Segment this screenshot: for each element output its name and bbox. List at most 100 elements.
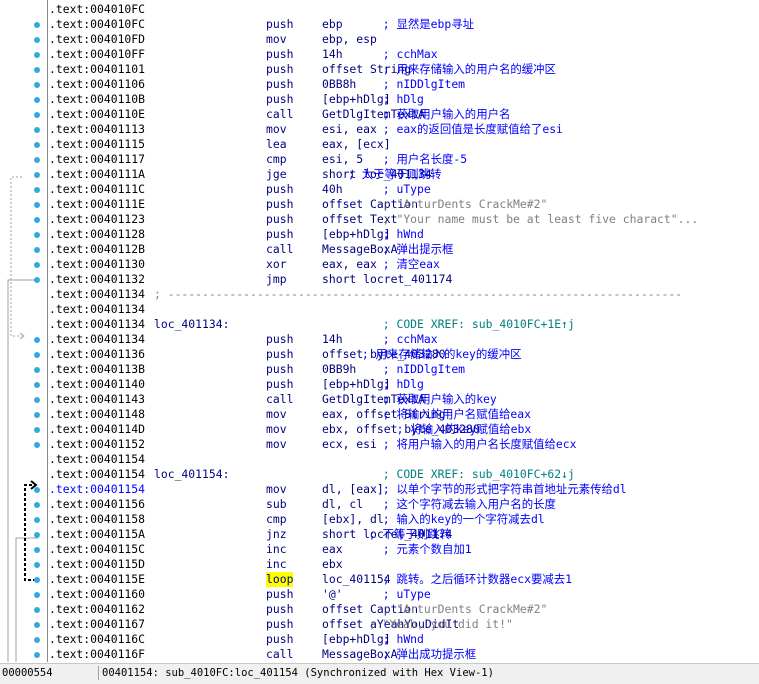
instruction-operands[interactable]: esi, 5 [322, 152, 363, 167]
instruction-mnemonic[interactable]: push [266, 347, 293, 362]
line-address[interactable]: .text:00401154 [49, 482, 145, 497]
listing-line[interactable]: .text:00401156 sub dl, cl ; 这个字符减去输入用户名的长度 [49, 497, 755, 512]
line-address[interactable]: .text:00401134 [49, 302, 145, 317]
breakpoint-dot[interactable] [34, 577, 40, 583]
line-address[interactable]: .text:00401136 [49, 347, 145, 362]
instruction-mnemonic[interactable]: push [266, 362, 293, 377]
instruction-mnemonic[interactable]: push [266, 17, 293, 32]
line-address[interactable]: .text:00401148 [49, 407, 145, 422]
instruction-operands[interactable]: eax, eax [322, 257, 377, 272]
listing-line[interactable]: .text:00401106 push 0BB8h ; nIDDlgItem [49, 77, 755, 92]
listing-line[interactable]: .text:00401123 push offset Text; "Your nam… [49, 212, 755, 227]
disassembly-listing[interactable]: .text:004010FC .text:004010FC push ebp ; 显然是… [49, 2, 755, 662]
instruction-mnemonic[interactable]: push [266, 377, 293, 392]
breakpoint-dot[interactable] [34, 67, 40, 73]
breakpoint-dot[interactable] [34, 232, 40, 238]
instruction-mnemonic[interactable]: xor [266, 257, 287, 272]
breakpoint-dot[interactable] [34, 427, 40, 433]
instruction-mnemonic[interactable]: push [266, 227, 293, 242]
listing-line[interactable]: .text:00401136 push offset byte_403280; 用来… [49, 347, 755, 362]
line-address[interactable]: .text:00401117 [49, 152, 145, 167]
breakpoint-dot[interactable] [34, 262, 40, 268]
listing-line[interactable]: .text:004010FD mov ebp, esp [49, 32, 755, 47]
line-address[interactable]: .text:00401132 [49, 272, 145, 287]
listing-line[interactable]: .text:00401132 jmp short locret_401174 [49, 272, 755, 287]
breakpoint-dot[interactable] [34, 217, 40, 223]
breakpoint-dot[interactable] [34, 97, 40, 103]
instruction-mnemonic[interactable]: push [266, 47, 293, 62]
instruction-mnemonic[interactable]: jmp [266, 272, 287, 287]
line-address[interactable]: .text:00401167 [49, 617, 145, 632]
line-address[interactable]: .text:00401134 [49, 287, 145, 302]
line-address[interactable]: .text:00401143 [49, 392, 145, 407]
listing-line[interactable]: .text:00401154 [49, 452, 755, 467]
line-address[interactable]: .text:00401160 [49, 587, 145, 602]
breakpoint-dot[interactable] [34, 37, 40, 43]
breakpoint-dot[interactable] [34, 142, 40, 148]
breakpoint-dot[interactable] [34, 397, 40, 403]
instruction-mnemonic[interactable]: call [266, 107, 293, 122]
instruction-mnemonic[interactable]: cmp [266, 152, 287, 167]
instruction-operands[interactable]: ecx, esi [322, 437, 377, 452]
listing-line[interactable]: .text:0040115C inc eax ; 元素个数自加1 [49, 542, 755, 557]
breakpoint-dot[interactable] [34, 202, 40, 208]
line-address[interactable]: .text:0040110B [49, 92, 145, 107]
listing-line[interactable]: .text:00401148 mov eax, offset String; 将输入… [49, 407, 755, 422]
instruction-mnemonic[interactable]: mov [266, 122, 287, 137]
listing-line[interactable]: .text:00401134 [49, 302, 755, 317]
line-address[interactable]: .text:0040114D [49, 422, 145, 437]
listing-line[interactable]: .text:00401134 ; ------------------------… [49, 287, 755, 302]
instruction-mnemonic[interactable]: push [266, 182, 293, 197]
instruction-operands[interactable]: ebp, esp [322, 32, 377, 47]
line-address[interactable]: .text:00401134 [49, 317, 145, 332]
breakpoint-dot[interactable] [34, 547, 40, 553]
listing-line[interactable]: .text:0040114D mov ebx, offset byte_403280… [49, 422, 755, 437]
breakpoint-dot[interactable] [34, 517, 40, 523]
breakpoint-dot[interactable] [34, 382, 40, 388]
instruction-mnemonic[interactable]: call [266, 647, 293, 662]
listing-line[interactable]: .text:004010FF push 14h ; cchMax [49, 47, 755, 62]
breakpoint-dot[interactable] [34, 607, 40, 613]
line-address[interactable]: .text:00401162 [49, 602, 145, 617]
line-address[interactable]: .text:004010FD [49, 32, 145, 47]
breakpoint-dot[interactable] [34, 112, 40, 118]
line-address[interactable]: .text:004010FF [49, 47, 145, 62]
line-address[interactable]: .text:00401113 [49, 122, 145, 137]
listing-line[interactable]: .text:0040112B call MessageBoxA; 弹出提示框 [49, 242, 755, 257]
line-address[interactable]: .text:00401158 [49, 512, 145, 527]
instruction-operands[interactable]: short locret_401174 [322, 272, 452, 287]
instruction-mnemonic[interactable]: sub [266, 497, 287, 512]
instruction-mnemonic[interactable]: jnz [266, 527, 287, 542]
instruction-operands[interactable]: loc_401154 [322, 572, 391, 587]
listing-line[interactable]: .text:0040113B push 0BB9h ; nIDDlgItem [49, 362, 755, 377]
instruction-operands[interactable]: [ebp+hDlg] [322, 227, 391, 242]
instruction-mnemonic[interactable]: call [266, 242, 293, 257]
instruction-operands[interactable]: [ebp+hDlg] [322, 632, 391, 647]
line-address[interactable]: .text:00401128 [49, 227, 145, 242]
instruction-operands[interactable]: [ebp+hDlg] [322, 92, 391, 107]
instruction-operands[interactable]: 14h [322, 47, 343, 62]
breakpoint-dot[interactable] [34, 127, 40, 133]
instruction-mnemonic[interactable]: cmp [266, 512, 287, 527]
line-address[interactable]: .text:0040116C [49, 632, 145, 647]
instruction-operands[interactable]: 0BB8h [322, 77, 356, 92]
breakpoint-dot[interactable] [34, 622, 40, 628]
breakpoint-dot[interactable] [34, 652, 40, 658]
instruction-mnemonic[interactable]: push [266, 632, 293, 647]
instruction-operands[interactable]: esi, eax [322, 122, 377, 137]
listing-line[interactable]: .text:0040111A jge short loc_401134; 大于等于则… [49, 167, 755, 182]
code-label[interactable]: loc_401134: [154, 317, 229, 332]
instruction-mnemonic[interactable]: push [266, 62, 293, 77]
listing-line[interactable]: .text:00401140 push [ebp+hDlg]; hDlg [49, 377, 755, 392]
breakpoint-dot[interactable] [34, 592, 40, 598]
line-address[interactable]: .text:00401154 [49, 452, 145, 467]
instruction-mnemonic[interactable]: mov [266, 422, 287, 437]
listing-line[interactable]: .text:00401128 push [ebp+hDlg]; hWnd [49, 227, 755, 242]
listing-line[interactable]: .text:0040110E call GetDlgItemTextA; 获取用户输… [49, 107, 755, 122]
line-address[interactable]: .text:00401130 [49, 257, 145, 272]
instruction-mnemonic[interactable]: call [266, 392, 293, 407]
instruction-mnemonic[interactable]: inc [266, 557, 287, 572]
listing-line[interactable]: .text:0040111E push offset Caption; "Artur… [49, 197, 755, 212]
instruction-operands[interactable]: eax, [ecx] [322, 137, 391, 152]
line-address[interactable]: .text:00401123 [49, 212, 145, 227]
